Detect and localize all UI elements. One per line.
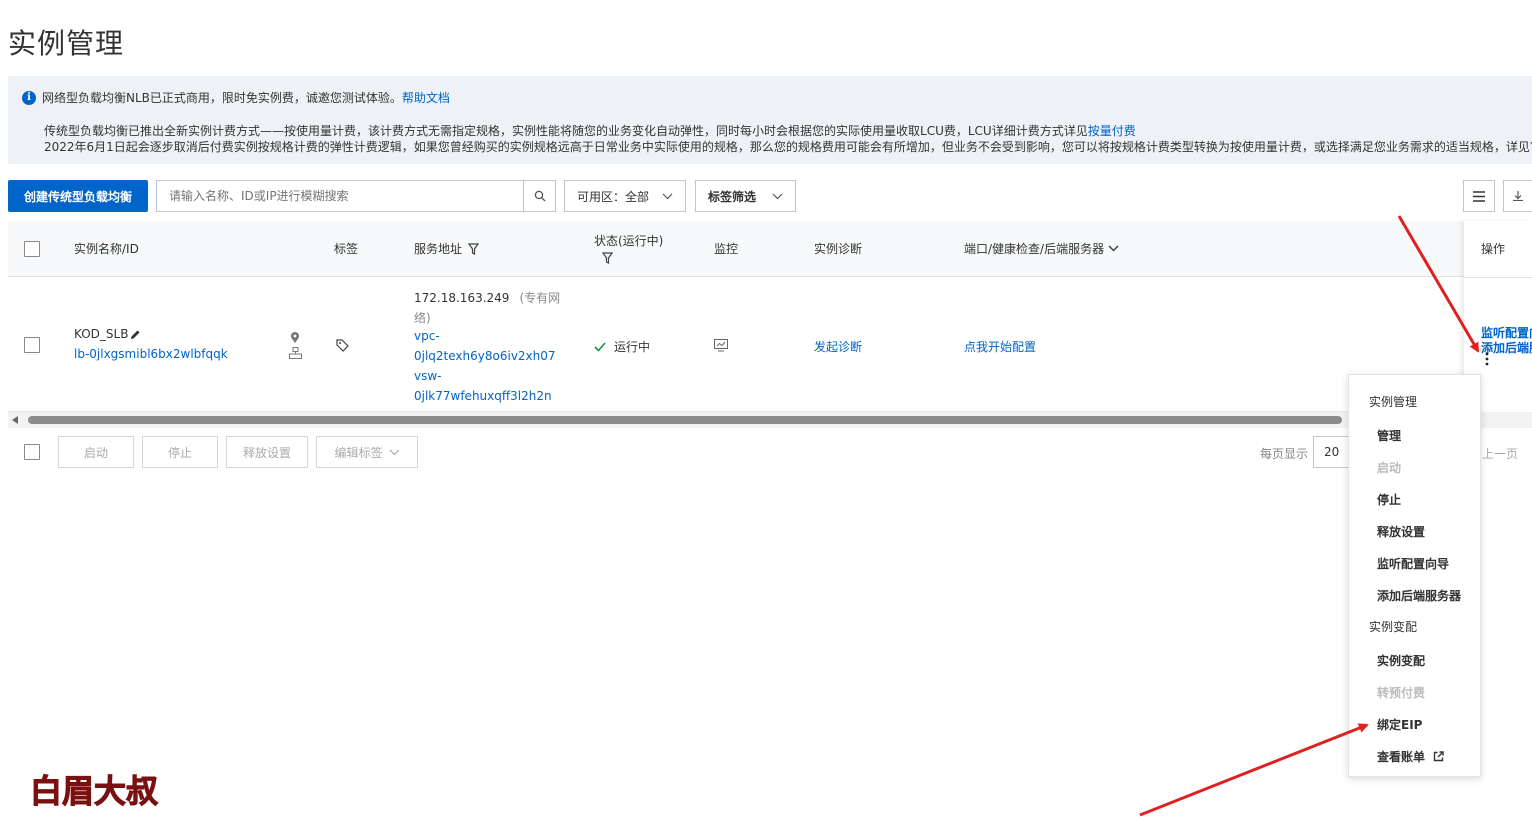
footer-select-all-checkbox[interactable] bbox=[24, 444, 40, 460]
page-title: 实例管理 bbox=[8, 27, 125, 60]
menu-item-release[interactable]: 释放设置 bbox=[1377, 523, 1425, 540]
search-button[interactable] bbox=[523, 181, 555, 211]
info-icon: i bbox=[22, 90, 36, 105]
notice-text-2: 传统型负载均衡已推出全新实例计费方式——按使用量计费，该计费方式无需指定规格，实… bbox=[44, 124, 1088, 138]
edit-tags-label: 编辑标签 bbox=[334, 445, 383, 460]
menu-item-view-bill[interactable]: 查看账单 bbox=[1377, 748, 1444, 765]
ip-type-cont: 络) bbox=[414, 311, 431, 325]
menu-item-to-prepaid[interactable]: 转预付费 bbox=[1377, 684, 1425, 701]
menu-group-instance-management: 实例管理 bbox=[1369, 395, 1418, 409]
vsw-prefix-link[interactable]: vsw- bbox=[414, 369, 442, 383]
filter-icon[interactable] bbox=[468, 242, 480, 255]
tag-icon[interactable] bbox=[336, 339, 349, 352]
col-ports[interactable]: 端口/健康检查/后端服务器 bbox=[964, 240, 1119, 257]
more-actions-menu: 实例管理 管理 启动 停止 释放设置 监听配置向导 添加后端服务器 实例变配 实… bbox=[1348, 374, 1481, 777]
status-badge: 运行中 bbox=[594, 338, 650, 355]
watermark: 白眉大叔 bbox=[29, 772, 159, 811]
chevron-down-icon bbox=[662, 193, 673, 199]
download-icon bbox=[1513, 191, 1523, 201]
per-page-label: 每页显示 bbox=[1260, 447, 1309, 461]
notice-line2: 传统型负载均衡已推出全新实例计费方式——按使用量计费，该计费方式无需指定规格，实… bbox=[44, 122, 1136, 139]
tag-filter-label: 标签筛选 bbox=[708, 189, 757, 204]
filter-icon[interactable] bbox=[601, 252, 614, 264]
divider bbox=[1464, 277, 1532, 278]
menu-item-bind-eip[interactable]: 绑定EIP bbox=[1377, 716, 1422, 733]
start-button[interactable]: 启动 bbox=[58, 436, 134, 468]
chevron-down-icon bbox=[389, 449, 399, 455]
list-icon bbox=[1473, 190, 1485, 202]
menu-group-change-spec: 实例变配 bbox=[1369, 620, 1418, 634]
col-monitor: 监控 bbox=[714, 242, 739, 256]
vsw-id-link[interactable]: 0jlk77wfehuxqff3l2h2n bbox=[414, 389, 552, 403]
notice-line3: 2022年6月1日起会逐步取消后付费实例按规格计费的弹性计费逻辑，如果您曾经购买… bbox=[44, 138, 1532, 155]
col-name: 实例名称/ID bbox=[74, 242, 139, 256]
menu-item-add-backend[interactable]: 添加后端服务器 bbox=[1377, 587, 1461, 604]
prev-page-button[interactable]: 上一页 bbox=[1482, 445, 1518, 462]
menu-item-manage[interactable]: 管理 bbox=[1377, 427, 1401, 444]
menu-item-listener-wizard[interactable]: 监听配置向导 bbox=[1377, 555, 1449, 572]
notice-text-3: 2022年6月1日起会逐步取消后付费实例按规格计费的弹性计费逻辑，如果您曾经购买… bbox=[44, 140, 1530, 154]
instance-name: KOD_SLB bbox=[74, 327, 141, 341]
per-page-select[interactable]: 20 bbox=[1313, 436, 1353, 468]
download-button[interactable] bbox=[1503, 180, 1532, 212]
menu-item-start[interactable]: 启动 bbox=[1377, 459, 1401, 476]
scrollbar-thumb[interactable] bbox=[28, 416, 1342, 424]
pay-as-you-go-link[interactable]: 按量付费 bbox=[1088, 124, 1136, 138]
monitor-icon[interactable] bbox=[714, 339, 728, 352]
vpc-prefix-link[interactable]: vpc- bbox=[414, 329, 440, 343]
network-icon bbox=[289, 347, 302, 359]
col-diagnose: 实例诊断 bbox=[814, 242, 863, 256]
col-tag: 标签 bbox=[334, 242, 359, 256]
arrow-to-bind-eip bbox=[1139, 723, 1369, 817]
table-row: KOD_SLB lb-0jlxgsmibl6bx2wlbfqqk 172.18.… bbox=[8, 277, 1532, 412]
search-input[interactable] bbox=[157, 181, 523, 211]
edit-icon[interactable] bbox=[130, 329, 141, 340]
column-settings-button[interactable] bbox=[1463, 180, 1495, 212]
scroll-left-icon[interactable] bbox=[12, 416, 18, 424]
stop-button[interactable]: 停止 bbox=[142, 436, 218, 468]
edit-tags-button[interactable]: 编辑标签 bbox=[316, 436, 418, 468]
chevron-down-icon bbox=[772, 193, 783, 199]
notice-banner: i 网络型负载均衡NLB已正式商用，限时免实例费，诚邀您测试体验。 帮助文档 传… bbox=[8, 76, 1532, 164]
start-diagnose-link[interactable]: 发起诊断 bbox=[814, 338, 862, 355]
help-doc-link[interactable]: 帮助文档 bbox=[402, 89, 450, 106]
ip-address: 172.18.163.249 (专有网 bbox=[414, 291, 561, 305]
zone-select[interactable]: 可用区：全部 bbox=[564, 180, 686, 212]
vpc-id-link[interactable]: 0jlq2texh6y8o6iv2xh07 bbox=[414, 349, 556, 363]
menu-item-stop[interactable]: 停止 bbox=[1377, 491, 1401, 508]
location-icon bbox=[291, 332, 299, 343]
horizontal-scrollbar[interactable] bbox=[8, 412, 1532, 428]
chevron-down-icon bbox=[1108, 245, 1119, 252]
col-status: 状态(运行中) bbox=[594, 232, 663, 267]
more-vertical-icon[interactable] bbox=[1484, 352, 1490, 366]
zone-label: 可用区：全部 bbox=[577, 189, 650, 204]
instance-id-link[interactable]: lb-0jlxgsmibl6bx2wlbfqqk bbox=[74, 347, 228, 361]
configure-ports-link[interactable]: 点我开始配置 bbox=[964, 338, 1036, 355]
col-address: 服务地址 bbox=[414, 240, 480, 257]
notice-line1: i 网络型负载均衡NLB已正式商用，限时免实例费，诚邀您测试体验。 帮助文档 bbox=[22, 89, 450, 106]
create-slb-button[interactable]: 创建传统型负载均衡 bbox=[8, 180, 148, 212]
top-right-links-clipped bbox=[1366, 0, 1532, 4]
search-icon bbox=[534, 190, 545, 202]
external-link-icon bbox=[1433, 751, 1444, 762]
search-box bbox=[156, 180, 556, 212]
table-header: 实例名称/ID 标签 服务地址 状态(运行中) 监控 实例诊断 端口/健康检查/… bbox=[8, 221, 1532, 277]
row-checkbox[interactable] bbox=[24, 337, 40, 353]
menu-item-change-spec[interactable]: 实例变配 bbox=[1377, 652, 1425, 669]
col-action: 操作 bbox=[1481, 242, 1506, 256]
ip-type: (专有网 bbox=[519, 291, 561, 305]
tag-filter-select[interactable]: 标签筛选 bbox=[695, 180, 796, 212]
release-button[interactable]: 释放设置 bbox=[226, 436, 308, 468]
select-all-checkbox[interactable] bbox=[24, 241, 40, 257]
notice-text-1: 网络型负载均衡NLB已正式商用，限时免实例费，诚邀您测试体验。 bbox=[42, 91, 402, 105]
check-icon bbox=[594, 341, 606, 352]
